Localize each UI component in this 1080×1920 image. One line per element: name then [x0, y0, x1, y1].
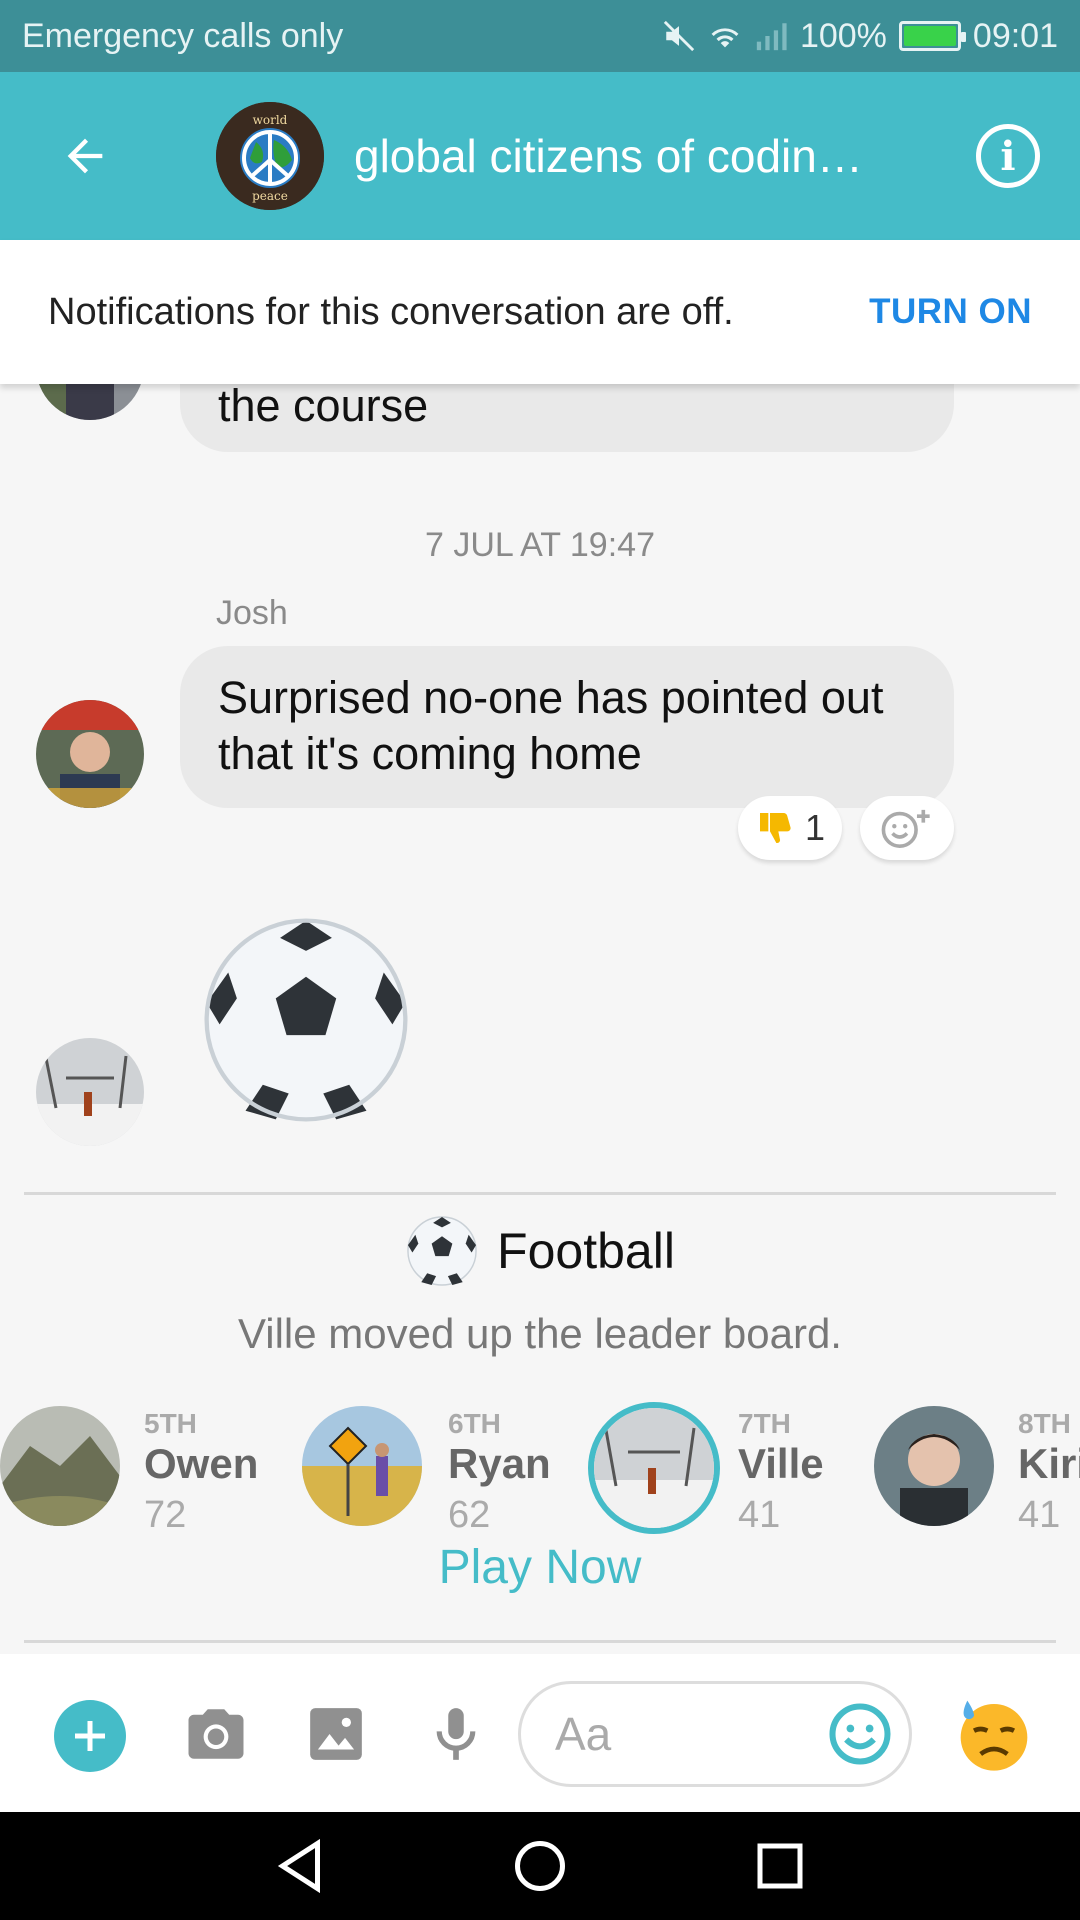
avatar-ville[interactable] — [36, 1038, 144, 1146]
leader-rank: 5TH — [144, 1408, 197, 1439]
game-name: Football — [497, 1223, 675, 1279]
nav-back-icon[interactable] — [270, 1836, 330, 1896]
divider — [24, 1192, 1056, 1195]
clock: 09:01 — [972, 16, 1058, 55]
battery-percent: 100% — [799, 16, 887, 55]
conversation-header: world peace global citizens of codin… i — [0, 72, 1080, 240]
camera-icon — [188, 1709, 244, 1759]
avatar[interactable] — [36, 384, 144, 420]
turn-on-button[interactable]: TURN ON — [869, 292, 1032, 332]
message-text: the course — [218, 384, 429, 431]
info-button[interactable]: i — [976, 124, 1040, 188]
thumbs-down-icon — [759, 813, 791, 843]
game-subtitle: Ville moved up the leader board. — [238, 1310, 842, 1357]
microphone-icon — [436, 1708, 476, 1760]
leader-avatar-owen[interactable] — [0, 1406, 120, 1526]
voice-button[interactable] — [420, 1698, 492, 1770]
svg-text:world: world — [253, 113, 288, 127]
leader-rank: 6TH — [448, 1408, 501, 1439]
avatar-josh[interactable] — [36, 700, 144, 808]
carrier-text: Emergency calls only — [22, 16, 344, 55]
leader-score: 72 — [144, 1494, 187, 1536]
leader-name: Owen — [144, 1440, 259, 1487]
message-text: Surprised no-one has pointed out that it… — [218, 672, 884, 779]
nav-home-icon[interactable] — [510, 1836, 570, 1896]
navigation-bar — [0, 1812, 1080, 1920]
plus-icon — [75, 1721, 105, 1751]
leader-name: Ville — [738, 1440, 824, 1487]
group-avatar[interactable]: world peace — [216, 102, 324, 210]
svg-text:peace: peace — [252, 189, 288, 203]
message-input[interactable]: Aa — [518, 1681, 912, 1787]
back-button[interactable] — [0, 72, 170, 240]
divider — [24, 1640, 1056, 1643]
leader-name: Kiri — [1018, 1440, 1080, 1487]
message-bubble[interactable]: Surprised no-one has pointed out that it… — [180, 646, 954, 808]
status-bar: Emergency calls only 100% 09:01 — [0, 0, 1080, 72]
play-now-button[interactable]: Play Now — [0, 1540, 1080, 1595]
notification-banner: Notifications for this conversation are … — [0, 240, 1080, 384]
leader-avatar-kiri[interactable] — [874, 1406, 994, 1526]
leader-score: 41 — [738, 1494, 781, 1536]
leader-avatar-ryan[interactable] — [302, 1406, 422, 1526]
gallery-button[interactable] — [300, 1698, 372, 1770]
football-icon — [407, 1216, 477, 1286]
add-reaction-button[interactable] — [860, 796, 954, 860]
back-arrow-icon — [67, 138, 103, 174]
composer-bar: Aa — [0, 1654, 1080, 1812]
message-timestamp: 7 JUL AT 19:47 — [425, 526, 655, 564]
battery-icon — [898, 21, 966, 51]
notification-text: Notifications for this conversation are … — [48, 291, 734, 333]
message-bubble[interactable]: the course — [180, 384, 954, 452]
emoji-icon[interactable] — [827, 1701, 893, 1767]
sender-name: Josh — [216, 594, 288, 632]
leader-score: 62 — [448, 1494, 491, 1536]
leader-score: 41 — [1018, 1494, 1061, 1536]
leader-name: Ryan — [448, 1440, 551, 1487]
conversation-title[interactable]: global citizens of codin… — [354, 129, 914, 183]
quick-reaction-emoji[interactable] — [954, 1694, 1034, 1774]
leader-rank: 7TH — [738, 1408, 791, 1439]
football-sticker[interactable] — [198, 912, 414, 1128]
reaction-count: 1 — [804, 807, 826, 848]
camera-button[interactable] — [180, 1698, 252, 1770]
signal-icon — [754, 19, 788, 53]
leader-avatar-ville[interactable] — [588, 1402, 720, 1534]
game-title[interactable]: Football — [0, 1214, 1080, 1288]
leader-rank: 8TH — [1018, 1408, 1071, 1439]
nav-recents-icon[interactable] — [750, 1836, 810, 1896]
add-reaction-icon — [881, 809, 930, 848]
message-list: the course 7 JUL AT 19:47 Josh Surprised… — [0, 384, 1080, 1654]
more-actions-button[interactable] — [54, 1700, 126, 1772]
info-icon: i — [1000, 132, 1016, 180]
image-icon — [310, 1708, 362, 1760]
message-input-placeholder: Aa — [555, 1708, 612, 1760]
wifi-icon — [708, 19, 742, 53]
mute-icon — [662, 19, 696, 53]
reaction-thumbs-down[interactable]: 1 — [738, 796, 842, 860]
